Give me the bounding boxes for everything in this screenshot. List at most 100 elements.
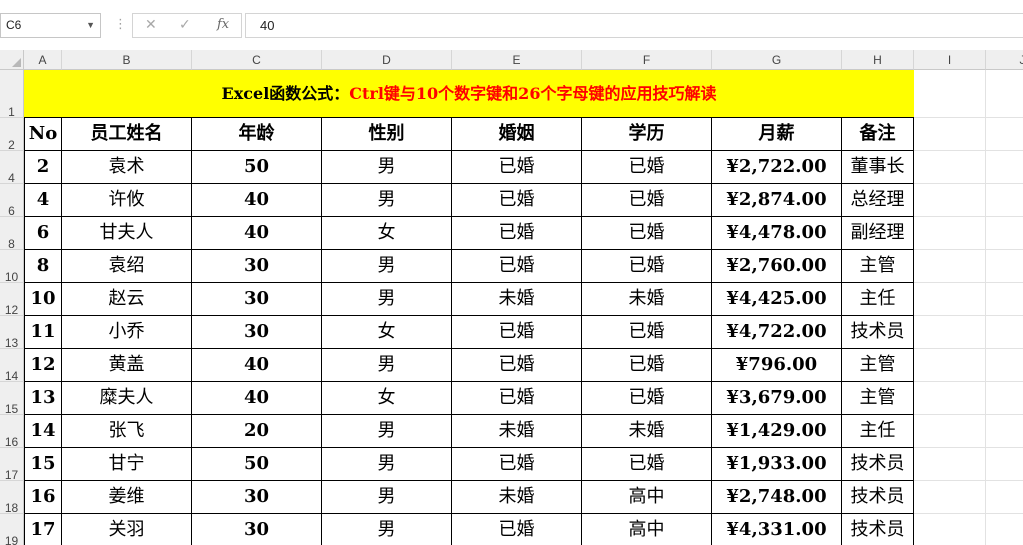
cell-employee-name[interactable]: 赵云 xyxy=(62,283,192,316)
cell-remark[interactable]: 副经理 xyxy=(842,217,914,250)
cell-age[interactable]: 50 xyxy=(192,151,322,184)
cell-age[interactable]: 40 xyxy=(192,349,322,382)
empty-cell[interactable] xyxy=(986,481,1023,514)
select-all-button[interactable] xyxy=(0,50,24,70)
cell-no[interactable]: 8 xyxy=(24,250,62,283)
column-header-j[interactable]: J xyxy=(986,50,1023,70)
cell-remark[interactable]: 主管 xyxy=(842,349,914,382)
cell-gender[interactable]: 女 xyxy=(322,316,452,349)
cell-marital-status[interactable]: 未婚 xyxy=(452,283,582,316)
empty-cell[interactable] xyxy=(986,316,1023,349)
column-header-b[interactable]: B xyxy=(62,50,192,70)
column-header-f[interactable]: F xyxy=(582,50,712,70)
cell-gender[interactable]: 男 xyxy=(322,349,452,382)
header-cell-employee-name[interactable]: 员工姓名 xyxy=(62,118,192,151)
insert-function-icon[interactable]: fx xyxy=(217,17,229,32)
cell-age[interactable]: 40 xyxy=(192,382,322,415)
cell-marital-status[interactable]: 未婚 xyxy=(452,481,582,514)
cell-marital-status[interactable]: 已婚 xyxy=(452,217,582,250)
cell-education[interactable]: 已婚 xyxy=(582,349,712,382)
empty-cell[interactable] xyxy=(986,151,1023,184)
cell-no[interactable]: 15 xyxy=(24,448,62,481)
empty-cell[interactable] xyxy=(986,70,1023,118)
cell-education[interactable]: 已婚 xyxy=(582,250,712,283)
cell-remark[interactable]: 主任 xyxy=(842,415,914,448)
row-header[interactable]: 17 xyxy=(0,448,24,482)
column-header-i[interactable]: I xyxy=(914,50,986,70)
empty-cell[interactable] xyxy=(986,349,1023,382)
cell-education[interactable]: 高中 xyxy=(582,481,712,514)
cell-marital-status[interactable]: 已婚 xyxy=(452,250,582,283)
cell-no[interactable]: 13 xyxy=(24,382,62,415)
name-box[interactable]: C6 ▼ xyxy=(0,13,101,38)
empty-cell[interactable] xyxy=(986,250,1023,283)
cell-salary[interactable]: ¥4,425.00 xyxy=(712,283,842,316)
cell-salary[interactable]: ¥4,331.00 xyxy=(712,514,842,545)
header-cell-remark[interactable]: 备注 xyxy=(842,118,914,151)
cell-no[interactable]: 11 xyxy=(24,316,62,349)
empty-cell[interactable] xyxy=(914,217,986,250)
row-header[interactable]: 16 xyxy=(0,415,24,449)
header-cell-age[interactable]: 年龄 xyxy=(192,118,322,151)
cell-no[interactable]: 2 xyxy=(24,151,62,184)
cell-remark[interactable]: 技术员 xyxy=(842,514,914,545)
cell-employee-name[interactable]: 关羽 xyxy=(62,514,192,545)
cell-age[interactable]: 40 xyxy=(192,217,322,250)
cancel-icon[interactable]: ✕ xyxy=(145,17,157,33)
cell-remark[interactable]: 技术员 xyxy=(842,448,914,481)
cell-salary[interactable]: ¥796.00 xyxy=(712,349,842,382)
row-header[interactable]: 19 xyxy=(0,514,24,545)
cell-gender[interactable]: 男 xyxy=(322,250,452,283)
cell-employee-name[interactable]: 甘宁 xyxy=(62,448,192,481)
header-cell-no[interactable]: No xyxy=(24,118,62,151)
cell-salary[interactable]: ¥2,748.00 xyxy=(712,481,842,514)
cell-gender[interactable]: 男 xyxy=(322,481,452,514)
cell-no[interactable]: 10 xyxy=(24,283,62,316)
empty-cell[interactable] xyxy=(986,217,1023,250)
empty-cell[interactable] xyxy=(914,118,986,151)
cell-marital-status[interactable]: 已婚 xyxy=(452,514,582,545)
empty-cell[interactable] xyxy=(986,382,1023,415)
row-header[interactable]: 13 xyxy=(0,316,24,350)
cell-employee-name[interactable]: 甘夫人 xyxy=(62,217,192,250)
header-cell-salary[interactable]: 月薪 xyxy=(712,118,842,151)
cell-no[interactable]: 12 xyxy=(24,349,62,382)
cell-employee-name[interactable]: 袁术 xyxy=(62,151,192,184)
empty-cell[interactable] xyxy=(986,283,1023,316)
cell-gender[interactable]: 女 xyxy=(322,217,452,250)
cell-remark[interactable]: 技术员 xyxy=(842,481,914,514)
cell-education[interactable]: 未婚 xyxy=(582,415,712,448)
empty-cell[interactable] xyxy=(914,382,986,415)
chevron-down-icon[interactable]: ▼ xyxy=(86,14,95,37)
cell-remark[interactable]: 技术员 xyxy=(842,316,914,349)
cell-age[interactable]: 20 xyxy=(192,415,322,448)
cell-employee-name[interactable]: 姜维 xyxy=(62,481,192,514)
cell-gender[interactable]: 男 xyxy=(322,448,452,481)
cell-marital-status[interactable]: 已婚 xyxy=(452,184,582,217)
column-header-d[interactable]: D xyxy=(322,50,452,70)
column-header-e[interactable]: E xyxy=(452,50,582,70)
cell-salary[interactable]: ¥1,933.00 xyxy=(712,448,842,481)
cell-age[interactable]: 50 xyxy=(192,448,322,481)
formula-input[interactable]: 40 xyxy=(245,13,1023,38)
cell-no[interactable]: 4 xyxy=(24,184,62,217)
cell-remark[interactable]: 主管 xyxy=(842,382,914,415)
cell-education[interactable]: 高中 xyxy=(582,514,712,545)
row-header[interactable]: 15 xyxy=(0,382,24,416)
row-header[interactable]: 4 xyxy=(0,151,24,185)
cell-employee-name[interactable]: 袁绍 xyxy=(62,250,192,283)
row-header[interactable]: 18 xyxy=(0,481,24,515)
cell-remark[interactable]: 主任 xyxy=(842,283,914,316)
empty-cell[interactable] xyxy=(914,415,986,448)
empty-cell[interactable] xyxy=(986,448,1023,481)
cell-gender[interactable]: 男 xyxy=(322,184,452,217)
enter-icon[interactable]: ✓ xyxy=(179,17,191,33)
cell-age[interactable]: 30 xyxy=(192,514,322,545)
row-header[interactable]: 10 xyxy=(0,250,24,284)
cell-salary[interactable]: ¥2,874.00 xyxy=(712,184,842,217)
cell-gender[interactable]: 女 xyxy=(322,382,452,415)
cell-no[interactable]: 17 xyxy=(24,514,62,545)
empty-cell[interactable] xyxy=(914,481,986,514)
cell-education[interactable]: 已婚 xyxy=(582,448,712,481)
cell-education[interactable]: 已婚 xyxy=(582,184,712,217)
